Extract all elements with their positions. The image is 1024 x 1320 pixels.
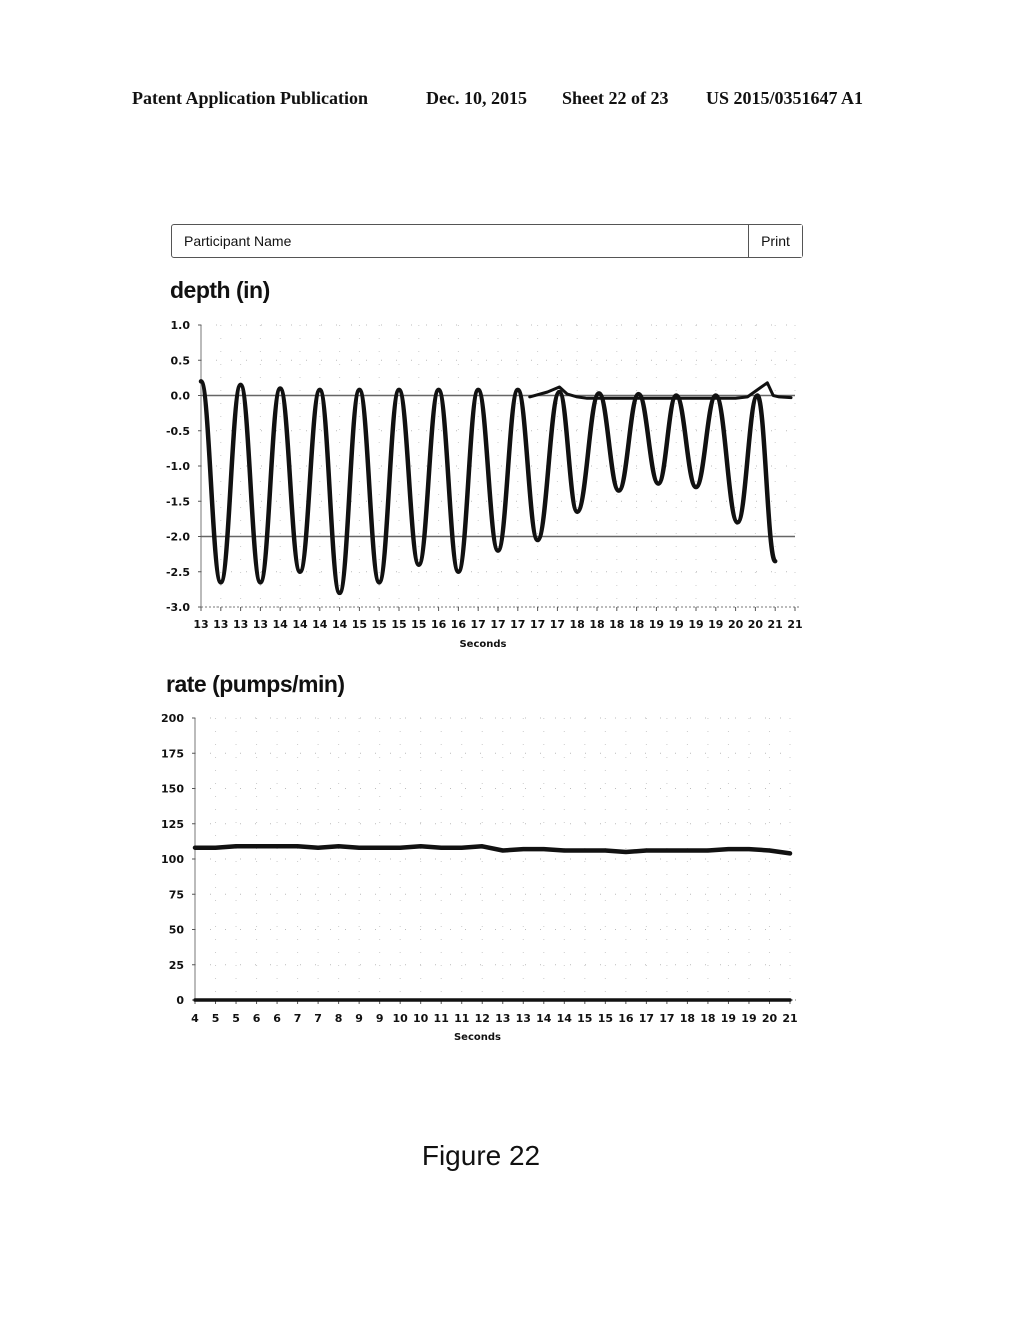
x-tick-label: 13 bbox=[213, 618, 228, 631]
x-tick-label: 15 bbox=[598, 1012, 613, 1025]
figure-caption: Figure 22 bbox=[421, 1140, 541, 1171]
x-tick-label: 17 bbox=[510, 618, 525, 631]
x-tick-label: 18 bbox=[680, 1012, 695, 1025]
x-tick-label: 15 bbox=[352, 618, 367, 631]
charts-canvas: 1.00.50.0-0.5-1.0-1.5-2.0-2.5-3.013 13 13 1… bbox=[161, 319, 803, 1043]
y-tick-label: 1.0 bbox=[171, 319, 191, 332]
x-tick-label: 17 bbox=[471, 618, 486, 631]
x-tick-label: 14 bbox=[536, 1012, 552, 1025]
x-tick-label: 19 bbox=[741, 1012, 756, 1025]
y-tick-label: 125 bbox=[161, 818, 184, 831]
y-tick-label: 100 bbox=[161, 853, 184, 866]
y-tick-label: 25 bbox=[169, 959, 184, 972]
y-tick-label: -2.5 bbox=[166, 566, 190, 579]
x-tick-label: 7 bbox=[314, 1012, 322, 1025]
y-tick-label: 200 bbox=[161, 712, 184, 725]
x-tick-label: 21 bbox=[768, 618, 783, 631]
y-tick-label: 50 bbox=[169, 924, 185, 937]
x-tick-label: 17 bbox=[530, 618, 545, 631]
x-tick-label: 19 bbox=[688, 618, 703, 631]
x-tick-label: 20 bbox=[728, 618, 744, 631]
x-tick-label: 6 bbox=[273, 1012, 281, 1025]
rate-chart: 20017515012510075502504 5 5 6 6 7 7 8 9 9 10 10 11 11… bbox=[161, 712, 798, 1043]
y-tick-label: 0.5 bbox=[171, 354, 191, 367]
x-tick-label: 6 bbox=[253, 1012, 261, 1025]
x-tick-label: 21 bbox=[787, 618, 802, 631]
x-tick-label: 19 bbox=[669, 618, 684, 631]
x-tick-label: 17 bbox=[490, 618, 505, 631]
x-axis-title: Seconds bbox=[459, 639, 506, 650]
x-tick-label: 20 bbox=[748, 618, 764, 631]
x-tick-label: 7 bbox=[294, 1012, 302, 1025]
x-tick-label: 4 bbox=[191, 1012, 199, 1025]
x-tick-label: 13 bbox=[253, 618, 268, 631]
x-tick-label: 19 bbox=[649, 618, 664, 631]
x-tick-label: 16 bbox=[451, 618, 467, 631]
x-tick-label: 13 bbox=[516, 1012, 531, 1025]
x-tick-label: 13 bbox=[495, 1012, 510, 1025]
x-tick-label: 9 bbox=[376, 1012, 384, 1025]
x-tick-label: 15 bbox=[372, 618, 387, 631]
x-tick-label: 10 bbox=[393, 1012, 409, 1025]
x-tick-label: 13 bbox=[193, 618, 208, 631]
x-tick-label: 8 bbox=[335, 1012, 343, 1025]
y-tick-label: 75 bbox=[169, 888, 184, 901]
x-tick-label: 20 bbox=[762, 1012, 778, 1025]
x-tick-label: 15 bbox=[577, 1012, 592, 1025]
x-tick-label: 14 bbox=[557, 1012, 573, 1025]
x-tick-label: 14 bbox=[273, 618, 289, 631]
rate-series-rate bbox=[192, 844, 793, 856]
x-tick-label: 5 bbox=[212, 1012, 220, 1025]
x-tick-label: 15 bbox=[411, 618, 426, 631]
x-tick-label: 13 bbox=[233, 618, 248, 631]
y-tick-label: 175 bbox=[161, 747, 184, 760]
x-tick-label: 17 bbox=[639, 1012, 654, 1025]
x-tick-label: 14 bbox=[312, 618, 328, 631]
x-tick-label: 11 bbox=[434, 1012, 449, 1025]
x-tick-label: 19 bbox=[721, 1012, 736, 1025]
x-tick-label: 10 bbox=[413, 1012, 429, 1025]
y-tick-label: -3.0 bbox=[166, 601, 190, 614]
x-tick-label: 18 bbox=[609, 618, 624, 631]
y-tick-label: -0.5 bbox=[166, 425, 190, 438]
x-tick-label: 15 bbox=[391, 618, 406, 631]
y-tick-label: -2.0 bbox=[166, 531, 190, 544]
x-tick-label: 17 bbox=[659, 1012, 674, 1025]
x-tick-label: 18 bbox=[570, 618, 585, 631]
x-tick-label: 9 bbox=[355, 1012, 363, 1025]
depth-series-depth bbox=[198, 379, 778, 596]
x-tick-label: 5 bbox=[232, 1012, 240, 1025]
x-tick-label: 18 bbox=[700, 1012, 715, 1025]
x-tick-label: 14 bbox=[332, 618, 348, 631]
y-tick-label: 0.0 bbox=[171, 390, 191, 403]
y-tick-label: -1.5 bbox=[166, 495, 190, 508]
x-tick-label: 16 bbox=[618, 1012, 634, 1025]
x-tick-label: 17 bbox=[550, 618, 565, 631]
depth-chart: 1.00.50.0-0.5-1.0-1.5-2.0-2.5-3.013 13 13 1… bbox=[166, 319, 803, 650]
x-tick-label: 18 bbox=[629, 618, 644, 631]
x-tick-label: 11 bbox=[454, 1012, 469, 1025]
x-tick-label: 12 bbox=[475, 1012, 490, 1025]
x-tick-label: 19 bbox=[708, 618, 723, 631]
x-tick-label: 16 bbox=[431, 618, 447, 631]
x-tick-label: 18 bbox=[589, 618, 604, 631]
x-axis-title: Seconds bbox=[454, 1032, 501, 1043]
x-tick-label: 21 bbox=[782, 1012, 797, 1025]
y-tick-label: 0 bbox=[176, 994, 184, 1007]
y-tick-label: -1.0 bbox=[166, 460, 190, 473]
y-tick-label: 150 bbox=[161, 783, 184, 796]
x-tick-label: 14 bbox=[292, 618, 308, 631]
